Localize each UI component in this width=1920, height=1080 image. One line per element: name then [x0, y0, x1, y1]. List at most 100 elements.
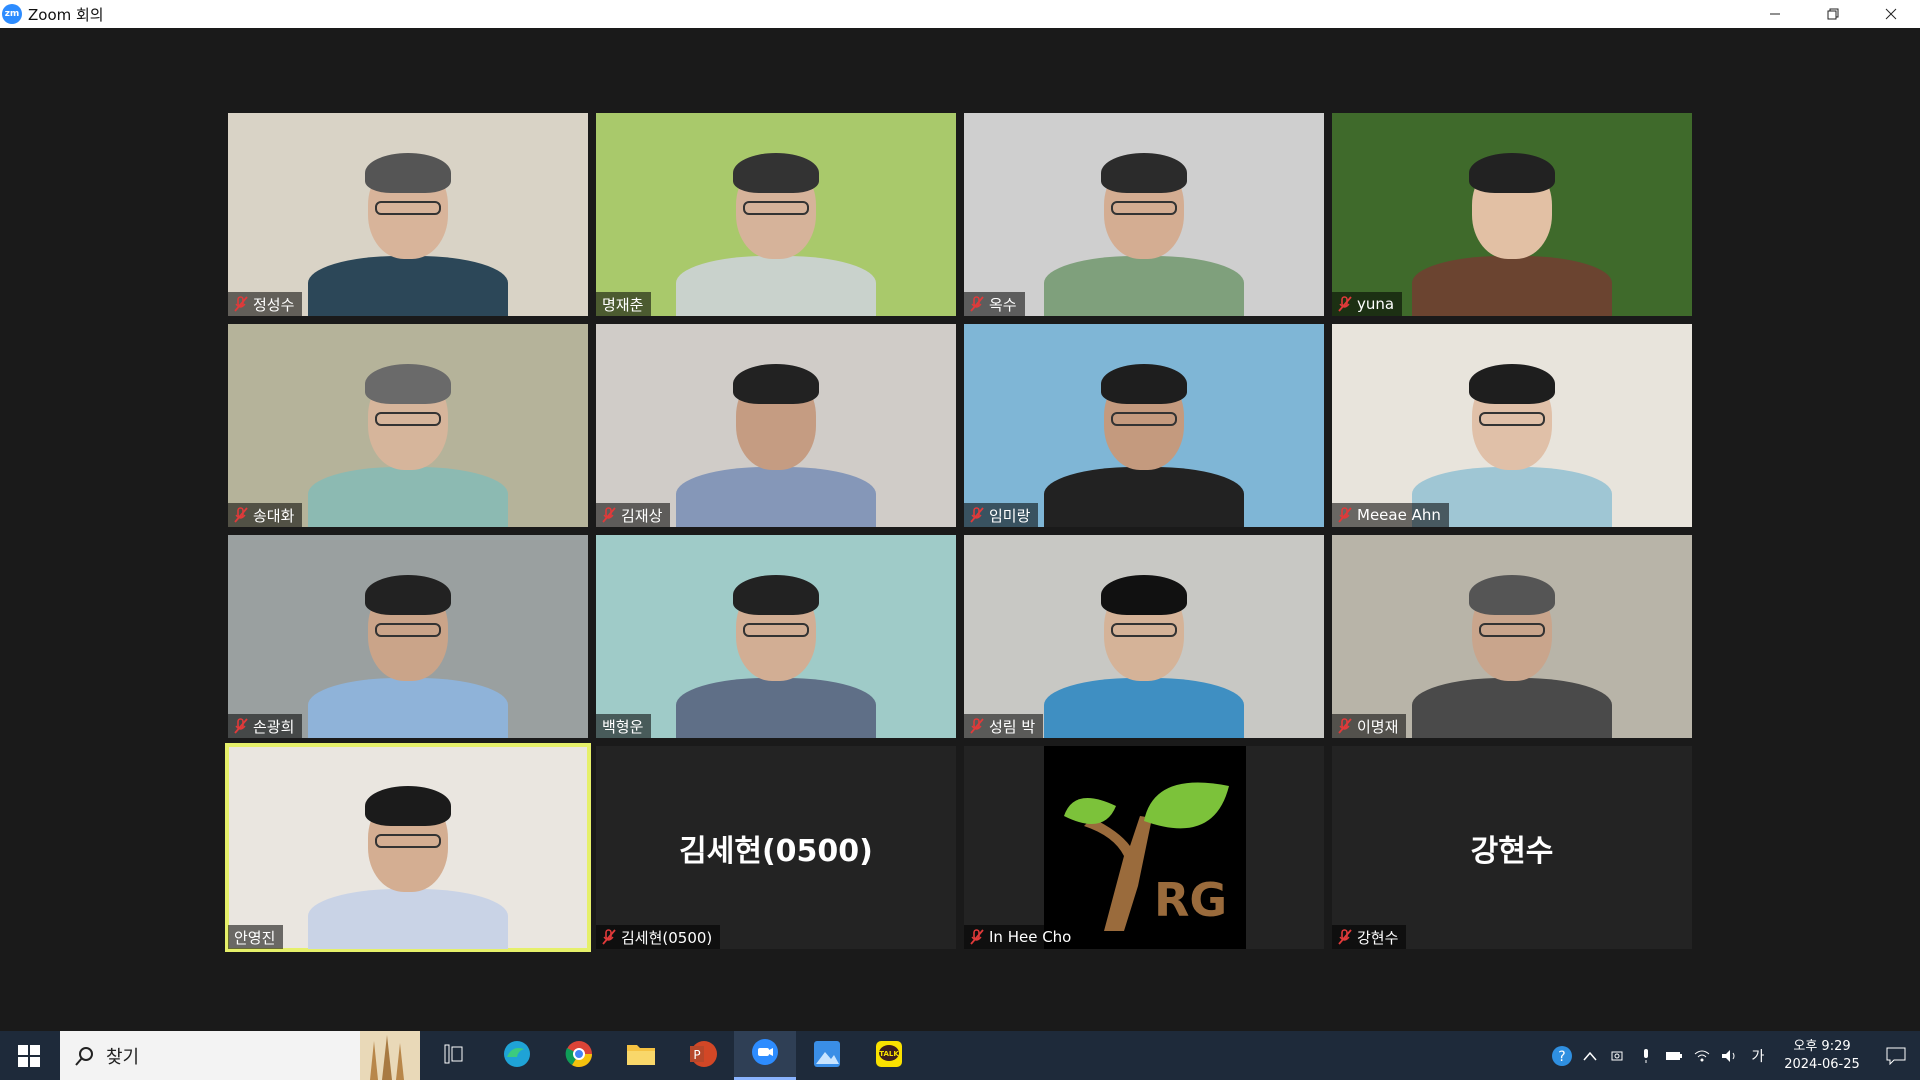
participant-video	[666, 113, 886, 316]
muted-microphone-icon	[1338, 929, 1352, 945]
taskbar-search[interactable]: 찾기	[60, 1031, 420, 1080]
muted-microphone-icon	[970, 296, 984, 312]
participant-tile[interactable]: 송대화	[228, 324, 588, 527]
participant-tile[interactable]: 명재춘	[596, 113, 956, 316]
muted-microphone-icon	[1338, 718, 1352, 734]
participant-video	[298, 746, 518, 949]
volume-icon[interactable]	[1716, 1031, 1744, 1080]
participant-name: 김재상	[621, 506, 663, 525]
task-view-taskbar-button[interactable]	[424, 1031, 486, 1080]
close-button[interactable]	[1862, 0, 1920, 28]
search-label: 찾기	[106, 1046, 140, 1068]
participant-name-bar: 이명재	[1332, 714, 1407, 738]
edge-taskbar-button[interactable]	[486, 1031, 548, 1080]
participant-video	[1034, 535, 1254, 738]
search-icon	[75, 1046, 93, 1066]
start-button[interactable]	[0, 1031, 58, 1080]
close-icon	[1885, 8, 1897, 20]
restore-button[interactable]	[1804, 0, 1862, 28]
participant-name: Meeae Ahn	[1357, 506, 1441, 524]
participant-name-bar: 옥수	[964, 292, 1025, 316]
kakaotalk-taskbar-button[interactable]: TALK	[858, 1031, 920, 1080]
logo-text: RG	[1154, 873, 1227, 927]
zoom-taskbar-button[interactable]	[734, 1031, 796, 1080]
muted-microphone-icon	[970, 718, 984, 734]
camera-icon[interactable]	[1604, 1031, 1632, 1080]
participant-name: 손광희	[253, 717, 295, 736]
participant-video	[1402, 113, 1622, 316]
clock-time: 오후 9:29	[1793, 1038, 1851, 1054]
participant-video	[666, 324, 886, 527]
participant-tile[interactable]: Meeae Ahn	[1332, 324, 1692, 527]
powerpoint-taskbar-button[interactable]: P	[672, 1031, 734, 1080]
system-tray: ? 가 오후 9:29 2024-06-25	[1548, 1031, 1920, 1080]
participant-name-bar: 성림 박	[964, 714, 1044, 738]
photos-icon	[813, 1040, 841, 1072]
participant-tile[interactable]: 성림 박	[964, 535, 1324, 738]
participant-video	[298, 113, 518, 316]
task-view-icon	[444, 1044, 466, 1068]
help-icon[interactable]: ?	[1548, 1031, 1576, 1080]
participant-name-bar: 안영진	[228, 925, 284, 949]
ime-indicator[interactable]: 가	[1744, 1031, 1772, 1080]
participant-name: 안영진	[234, 928, 276, 947]
title-bar: zm Zoom 회의	[0, 0, 1920, 28]
participant-tile[interactable]: 손광희	[228, 535, 588, 738]
participant-name-bar: 김재상	[596, 503, 671, 527]
participant-tile[interactable]: 안영진	[225, 743, 591, 952]
zoom-app-icon: zm	[2, 4, 22, 24]
participant-tile[interactable]: 임미랑	[964, 324, 1324, 527]
minimize-button[interactable]	[1746, 0, 1804, 28]
participant-tile[interactable]: 백형운	[596, 535, 956, 738]
participant-name: 강현수	[1357, 928, 1399, 947]
participant-name-bar: 손광희	[228, 714, 303, 738]
file-explorer-icon	[626, 1041, 656, 1071]
participant-video	[666, 535, 886, 738]
windows-icon	[18, 1044, 40, 1067]
file-explorer-taskbar-button[interactable]	[610, 1031, 672, 1080]
participant-video	[298, 324, 518, 527]
participant-display-name: 강현수	[1470, 833, 1554, 869]
muted-microphone-icon	[970, 929, 984, 945]
participant-name-bar: In Hee Cho	[964, 925, 1080, 949]
participant-tile[interactable]: 옥수	[964, 113, 1324, 316]
participant-tile[interactable]: 강현수 강현수	[1332, 746, 1692, 949]
participant-name: 정성수	[253, 295, 295, 314]
wifi-icon[interactable]	[1688, 1031, 1716, 1080]
chrome-icon	[564, 1039, 594, 1073]
profile-logo: RG	[1044, 746, 1246, 949]
zoom-icon	[750, 1037, 780, 1071]
participant-name-bar: 송대화	[228, 503, 303, 527]
svg-text:?: ?	[1558, 1049, 1565, 1065]
microphone-icon[interactable]	[1632, 1031, 1660, 1080]
minimize-icon	[1770, 13, 1780, 15]
participant-tile[interactable]: 정성수	[228, 113, 588, 316]
participant-display-name: 김세현(0500)	[679, 833, 873, 869]
participant-tile[interactable]: 이명재	[1332, 535, 1692, 738]
search-highlight-image	[360, 1031, 420, 1080]
participant-video	[298, 535, 518, 738]
muted-microphone-icon	[970, 507, 984, 523]
chevron-up-icon[interactable]	[1576, 1031, 1604, 1080]
participant-name: In Hee Cho	[989, 928, 1072, 946]
chrome-taskbar-button[interactable]	[548, 1031, 610, 1080]
participant-tile[interactable]: 김세현(0500) 김세현(0500)	[596, 746, 956, 949]
window-title: Zoom 회의	[28, 5, 104, 24]
participant-video	[1402, 324, 1622, 527]
taskbar: 찾기 P TALK ? 가 오후 9:29 2024-06-25	[0, 1031, 1920, 1080]
participant-tile[interactable]: RG In Hee Cho	[964, 746, 1324, 949]
photos-taskbar-button[interactable]	[796, 1031, 858, 1080]
participant-tile[interactable]: yuna	[1332, 113, 1692, 316]
clock[interactable]: 오후 9:29 2024-06-25	[1772, 1038, 1872, 1074]
participant-name: 옥수	[989, 295, 1017, 314]
edge-icon	[502, 1039, 532, 1073]
battery-icon[interactable]	[1660, 1031, 1688, 1080]
notification-icon[interactable]	[1872, 1031, 1920, 1080]
restore-icon	[1827, 8, 1839, 20]
kakaotalk-label: TALK	[879, 1050, 899, 1058]
kakaotalk-icon: TALK	[875, 1040, 903, 1072]
participant-tile[interactable]: 김재상	[596, 324, 956, 527]
muted-microphone-icon	[234, 718, 248, 734]
participant-name: 백형운	[602, 717, 644, 736]
participant-video	[1034, 324, 1254, 527]
